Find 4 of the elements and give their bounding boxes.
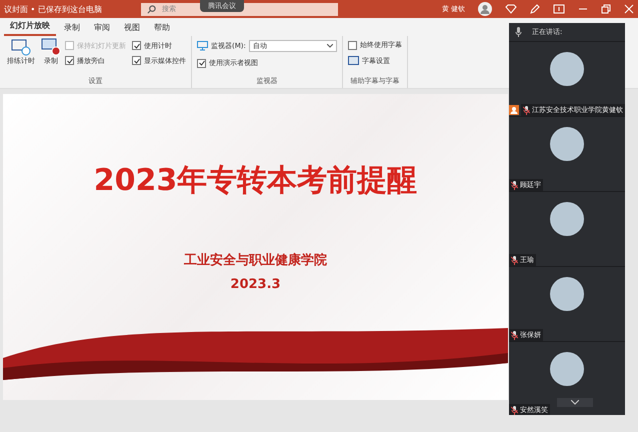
slide-date: 2023.3 — [230, 277, 281, 292]
slide-subtitle: 工业安全与职业健康学院 — [184, 252, 327, 269]
slide-title: 2023年专转本考前提醒 — [94, 162, 418, 200]
document-title: 议封面 • 已保存到这台电脑 — [4, 4, 103, 14]
